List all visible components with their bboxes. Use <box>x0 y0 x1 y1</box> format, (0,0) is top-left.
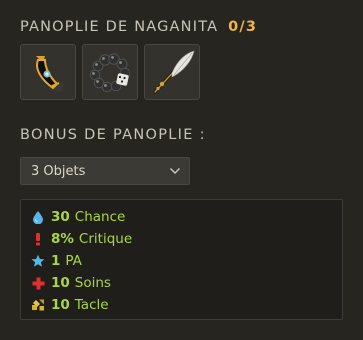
bonus-label: Critique <box>78 231 133 247</box>
star-icon <box>31 254 45 268</box>
dropdown-selected-value: 3 Objets <box>31 163 86 179</box>
bonus-line-tacle: 10 Tacle <box>31 294 342 316</box>
critical-icon <box>31 232 45 246</box>
set-bonus-list: 30 Chance 8% Critique 1 PA 10 Soins 10 T… <box>20 199 343 320</box>
set-bonus-title: BONUS DE PANOPLIE : <box>20 127 206 143</box>
bonus-label: Chance <box>74 209 126 225</box>
panoply-name: PANOPLIE DE NAGANITA <box>20 19 219 35</box>
panoply-count: 0/3 <box>228 19 258 35</box>
bonus-value: 30 <box>51 209 70 225</box>
bonus-line-pa: 1 PA <box>31 250 342 272</box>
panoply-title: PANOPLIE DE NAGANITA 0/3 <box>20 19 257 35</box>
amulet-icon <box>36 56 64 92</box>
water-drop-icon <box>31 210 45 224</box>
bead-bracelet-icon <box>89 53 131 93</box>
item-slot-amulet[interactable] <box>20 44 76 100</box>
bonus-label: PA <box>65 253 82 269</box>
tackle-icon <box>31 298 45 312</box>
bonus-value: 10 <box>51 275 70 291</box>
item-slot-quill[interactable] <box>144 44 200 100</box>
bonus-value: 10 <box>51 297 70 313</box>
feather-quill-icon <box>153 50 195 94</box>
bonus-value: 1 <box>51 253 61 269</box>
bonus-line-critique: 8% Critique <box>31 228 342 250</box>
chevron-down-icon <box>170 168 180 174</box>
bonus-label: Soins <box>74 275 111 291</box>
bonus-line-chance: 30 Chance <box>31 206 342 228</box>
item-count-dropdown[interactable]: 3 Objets <box>20 157 190 185</box>
bonus-line-soins: 10 Soins <box>31 272 342 294</box>
item-slot-bracelet[interactable] <box>82 44 138 100</box>
panoply-item-slots <box>20 44 200 100</box>
bonus-value: 8% <box>51 231 74 247</box>
heal-cross-icon <box>31 276 45 290</box>
bonus-label: Tacle <box>74 297 109 313</box>
